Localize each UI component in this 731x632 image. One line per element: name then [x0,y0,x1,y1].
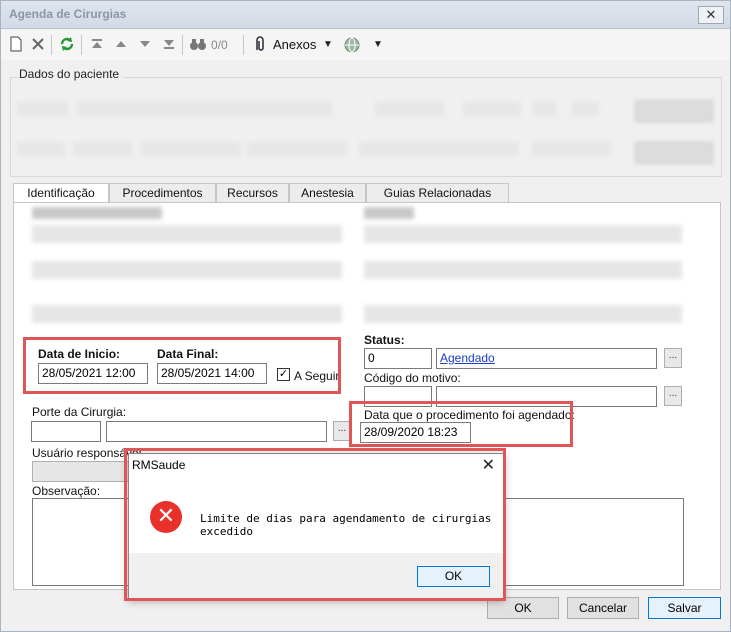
blurred-field [77,102,333,116]
blurred-field [364,225,682,243]
patient-group-label: Dados do paciente [19,67,124,81]
attachments-dropdown-icon[interactable]: ▼ [323,36,333,54]
blurred-label [364,207,414,219]
blurred-label [32,207,162,219]
patient-data-group [10,77,722,177]
tab-procedimentos[interactable]: Procedimentos [109,183,216,203]
tab-anestesia[interactable]: Anestesia [289,183,366,203]
record-counter: 0/0 [211,38,228,52]
blurred-button [635,142,713,164]
blurred-field [533,102,557,116]
tab-recursos[interactable]: Recursos [216,183,289,203]
status-value-field[interactable]: Agendado [436,348,657,369]
save-button[interactable]: Salvar [648,597,721,619]
blurred-field [463,102,521,116]
globe-icon[interactable] [343,36,361,54]
responsible-user-field[interactable] [32,461,130,482]
highlight-dates-box [23,337,341,394]
blurred-field [141,142,241,156]
cancel-button[interactable]: Cancelar [567,597,639,619]
blurred-field [364,261,682,279]
blurred-field [359,142,519,156]
blurred-field [32,225,342,243]
tab-identificacao[interactable]: Identificação [13,183,109,204]
surgery-size-description-field[interactable] [106,421,327,442]
blurred-field [73,142,133,156]
window-title: Agenda de Cirurgias [9,7,127,21]
window-close-button[interactable]: ✕ [698,6,724,24]
close-icon: ✕ [705,7,717,22]
status-label: Status: [364,333,405,347]
observation-label: Observação: [32,484,101,498]
toolbar-separator [182,35,183,55]
toolbar-separator [51,35,52,55]
attachments-button[interactable]: Anexos [273,36,316,54]
blurred-field [531,142,611,156]
next-record-icon[interactable] [138,36,152,54]
new-document-icon[interactable] [9,36,23,54]
highlight-dialog-box [124,448,506,601]
reason-lookup-button[interactable]: ... [664,386,682,406]
paperclip-icon[interactable] [252,36,268,54]
globe-dropdown-icon[interactable]: ▼ [373,36,383,54]
main-window: Agenda de Cirurgias ✕ 0/0 Anexos ▼ ▼ Dad… [0,0,731,632]
surgery-size-code-input[interactable] [31,421,101,442]
first-record-icon[interactable] [90,36,104,54]
blurred-field [32,261,342,279]
previous-record-icon[interactable] [114,36,128,54]
blurred-field [571,102,599,116]
blurred-field [17,142,65,156]
reason-code-label: Código do motivo: [364,371,461,385]
surgery-size-label: Porte da Cirurgia: [32,405,127,419]
toolbar-separator [243,35,244,55]
blurred-field [32,305,342,323]
last-record-icon[interactable] [162,36,176,54]
blurred-field [364,305,682,323]
title-bar: Agenda de Cirurgias ✕ [1,1,730,29]
status-code-input[interactable]: 0 [364,348,432,369]
toolbar-separator [81,35,82,55]
blurred-button [635,100,713,122]
blurred-field [375,102,445,116]
blurred-field [247,142,347,156]
binoculars-icon[interactable] [189,36,207,54]
toolbar: 0/0 Anexos ▼ ▼ [1,30,730,60]
blurred-field [17,102,69,116]
status-lookup-button[interactable]: ... [664,348,682,368]
delete-icon[interactable] [31,36,45,54]
tab-guias-relacionadas[interactable]: Guias Relacionadas [366,183,509,203]
highlight-scheduled-date-box [349,401,573,447]
refresh-icon[interactable] [59,36,75,54]
